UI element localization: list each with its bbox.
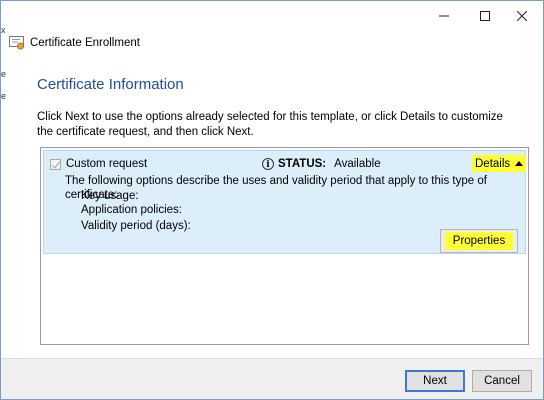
next-button[interactable]: Next [405,370,465,392]
cancel-button[interactable]: Cancel [472,370,532,392]
window-title: Certificate Enrollment [30,37,140,49]
certificate-checkbox[interactable] [50,158,61,170]
field-key-usage: Key usage: [81,190,139,202]
details-toggle[interactable]: Details [472,155,527,172]
background-window-glyph: e [1,91,7,101]
field-application-policies: Application policies: [81,204,183,216]
page-title: Certificate Information [37,76,184,93]
footer-bar: Next Cancel [1,359,543,399]
certificate-enrollment-window: x e e Certificate Enrollment Certificate… [0,0,544,400]
chevron-up-icon [515,161,524,166]
certificate-list: Custom request i STATUS: Available Detai… [40,147,529,345]
close-button[interactable] [504,1,540,31]
close-icon [517,11,527,21]
properties-button[interactable]: Properties [440,229,518,253]
certificate-checkbox-row[interactable]: Custom request [50,156,147,172]
background-window-glyph: e [1,69,7,79]
status-value: Available [334,158,381,170]
title-bar[interactable] [1,1,543,31]
properties-label: Properties [444,232,514,250]
minimize-icon [439,15,449,17]
field-validity-period: Validity period (days): [81,220,191,232]
next-label: Next [423,375,447,387]
app-header: Certificate Enrollment [9,34,140,52]
info-icon: i [262,158,274,170]
maximize-icon [480,11,490,21]
certificate-icon [9,36,25,50]
status-indicator: i STATUS: Available [262,156,381,172]
certificate-name: Custom request [66,158,148,170]
certificate-item[interactable]: Custom request i STATUS: Available Detai… [43,150,527,254]
details-label: Details [475,157,511,170]
cancel-label: Cancel [484,375,520,387]
maximize-button[interactable] [467,1,503,31]
minimize-button[interactable] [426,1,462,31]
status-label: STATUS: [278,158,327,170]
intro-text: Click Next to use the options already se… [37,111,503,138]
